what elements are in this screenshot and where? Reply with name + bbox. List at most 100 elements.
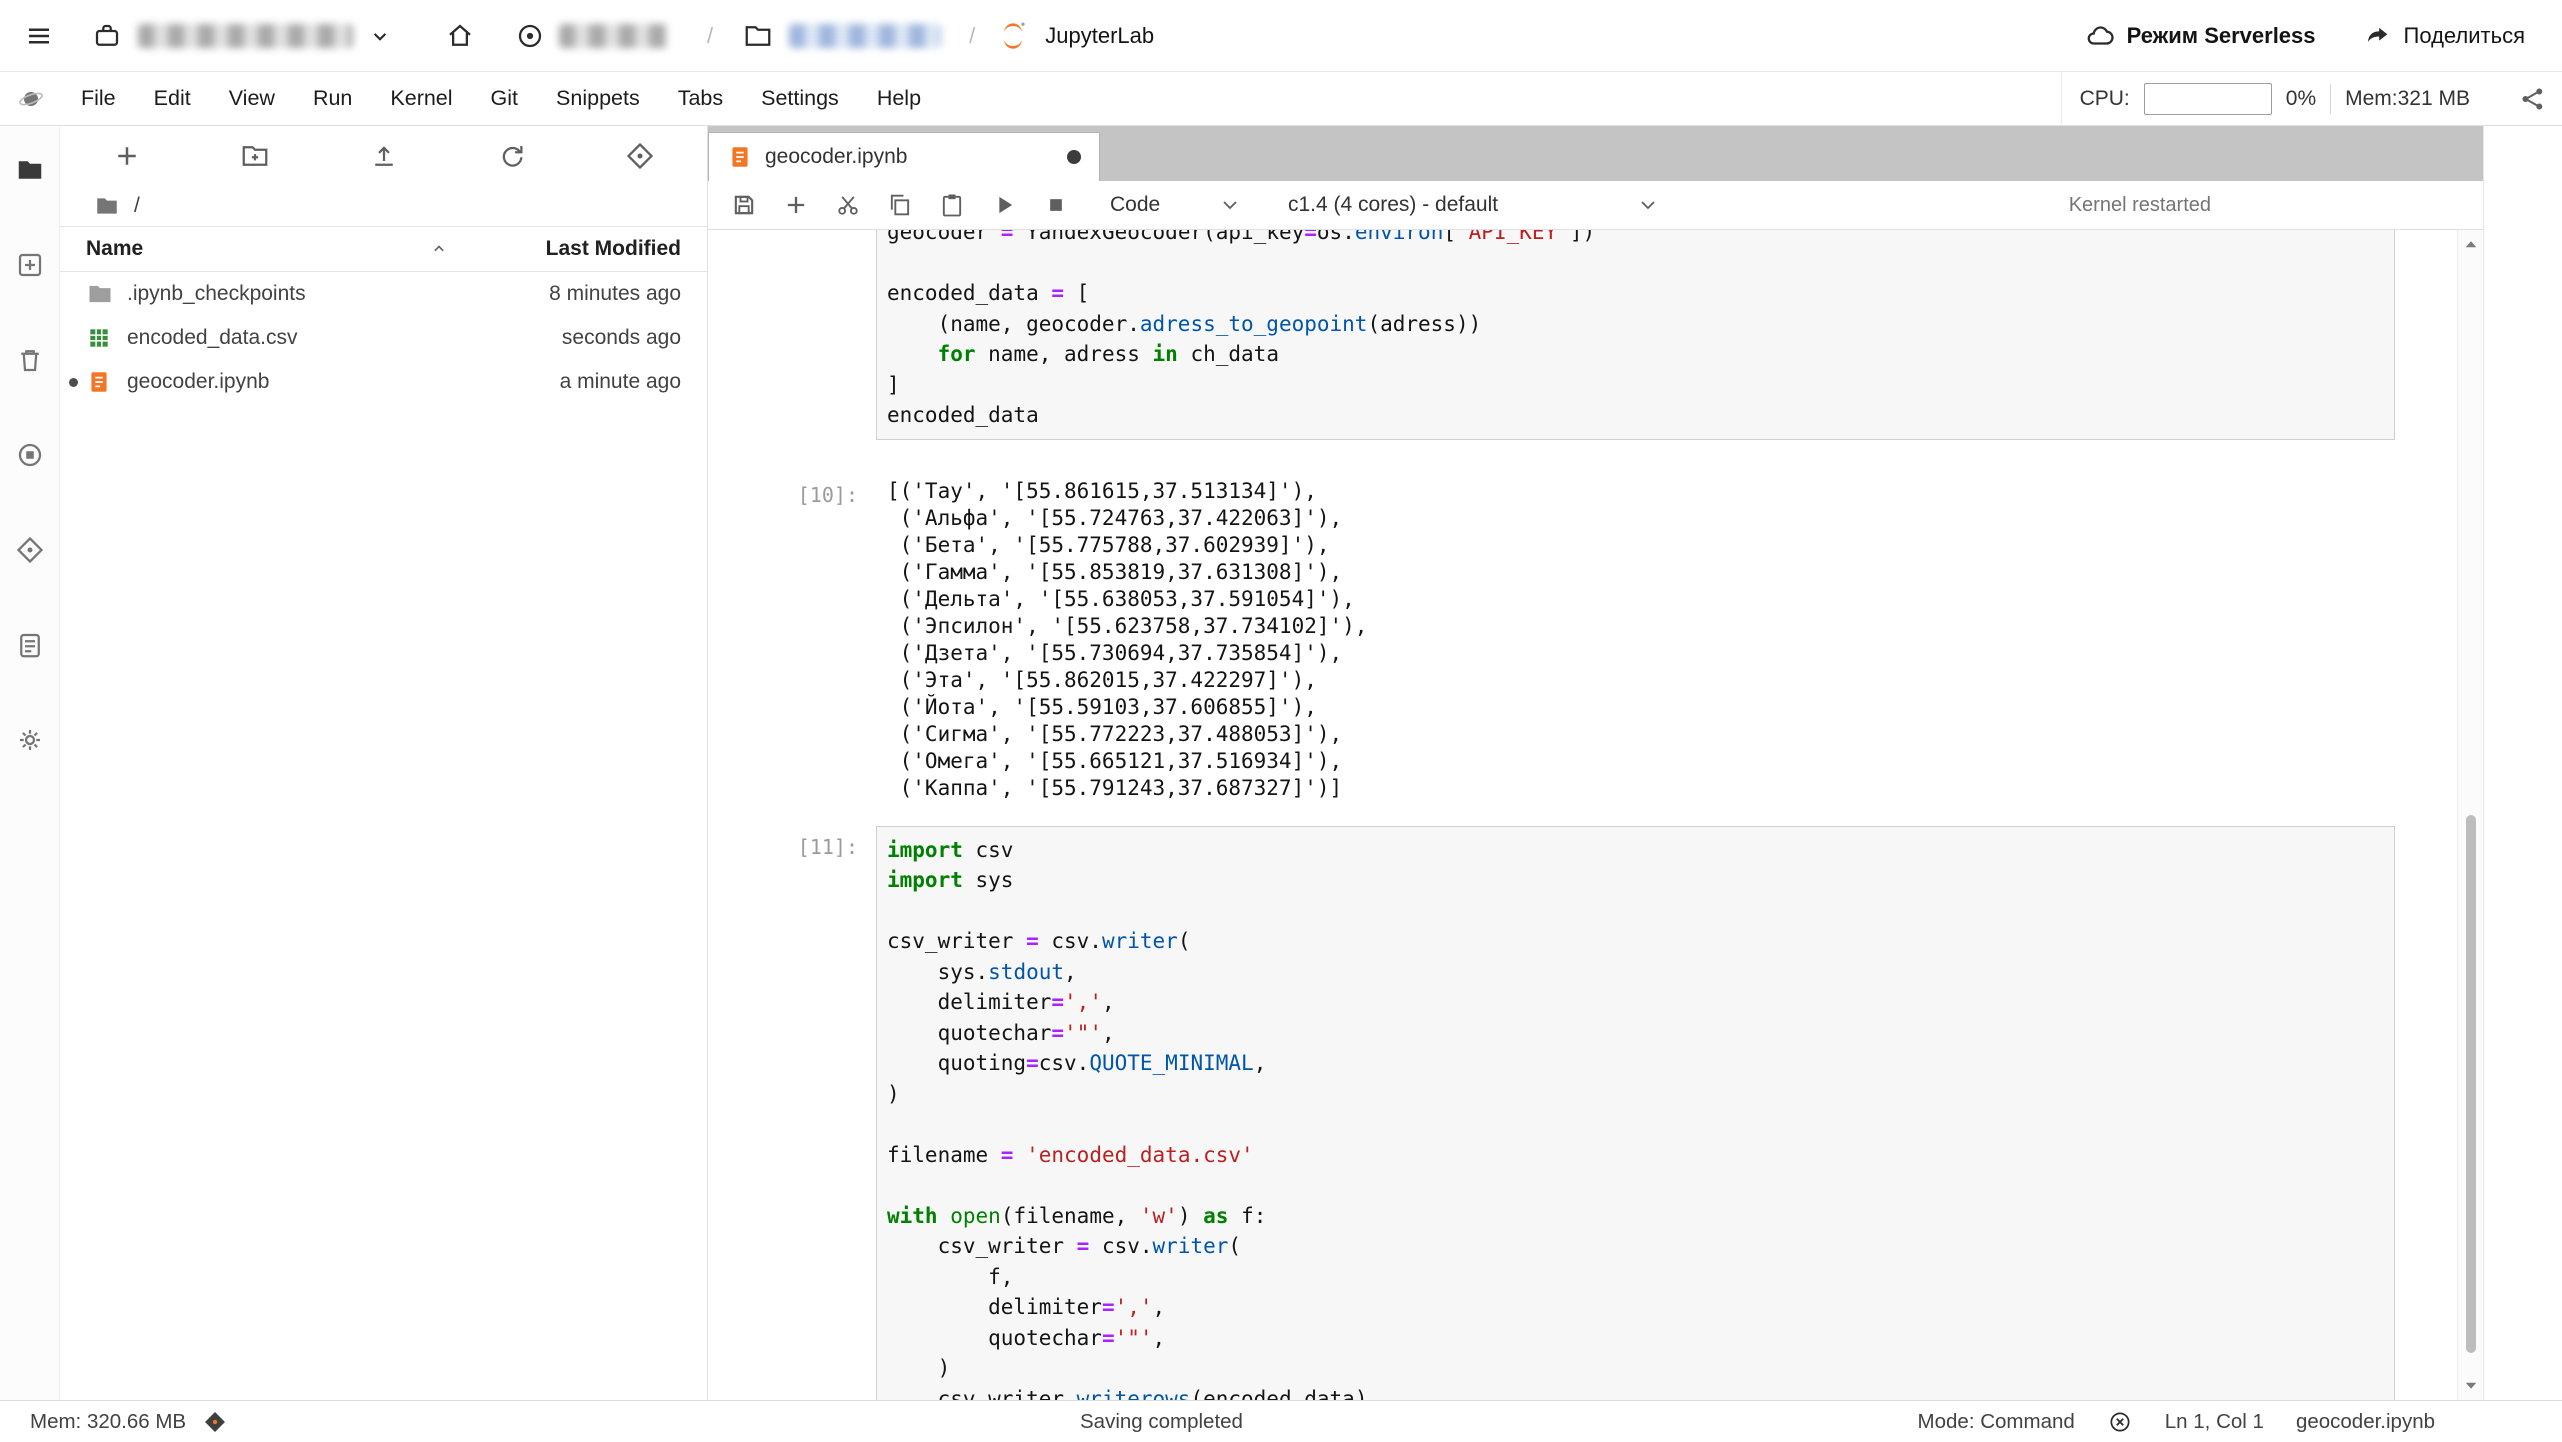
menu-snippets[interactable]: Snippets <box>537 72 659 125</box>
notebook-cells: geocoder = YandexGeocoder(api_key=os.env… <box>708 230 2457 1400</box>
folder-icon <box>94 193 120 219</box>
save-button[interactable] <box>722 185 766 225</box>
add-cell-button[interactable] <box>774 185 818 225</box>
breadcrumb[interactable]: / <box>60 186 707 226</box>
code-line: ) <box>887 1356 951 1380</box>
file-browser-panel: / Name Last Modified .ipynb_checkpoints 8… <box>60 126 708 1400</box>
home-icon[interactable] <box>445 21 475 51</box>
code-line: [('Тау', '[55.861615,37.513134]'), <box>887 478 1317 503</box>
scrollbar-thumb[interactable] <box>2466 815 2476 1354</box>
dock-panel: geocoder.ipynb Code c1.4 (4 cores) - def… <box>708 126 2483 1400</box>
menu-file[interactable]: File <box>62 72 135 125</box>
new-launcher-button[interactable] <box>112 141 142 171</box>
file-row[interactable]: encoded_data.csv seconds ago <box>60 316 707 360</box>
task-name-redacted[interactable] <box>789 23 942 48</box>
run-cell-button[interactable] <box>982 185 1026 225</box>
copy-cells-button[interactable] <box>878 185 922 225</box>
breadcrumb-separator: / <box>707 22 714 48</box>
chevron-down-icon[interactable] <box>367 23 393 49</box>
tab-geocoder-ipynb[interactable]: geocoder.ipynb <box>708 132 1100 181</box>
activity-bar <box>0 126 60 1400</box>
file-row[interactable]: .ipynb_checkpoints 8 minutes ago <box>60 272 707 316</box>
status-message: Saving completed <box>1080 1409 1243 1433</box>
git-clone-button[interactable] <box>625 141 655 171</box>
new-folder-button[interactable] <box>240 141 270 171</box>
cell-prompt <box>708 230 876 440</box>
share-button[interactable]: Поделиться <box>2404 23 2525 49</box>
cpu-limit-input[interactable] <box>2143 82 2272 115</box>
stop-kernel-button[interactable] <box>1034 185 1078 225</box>
active-file-name: geocoder.ipynb <box>2295 1409 2435 1433</box>
git-status-icon[interactable] <box>202 1409 228 1435</box>
cursor-position[interactable]: Ln 1, Col 1 <box>2165 1410 2264 1434</box>
menu-kernel[interactable]: Kernel <box>371 72 471 125</box>
column-modified[interactable]: Last Modified <box>451 237 681 261</box>
menu-run[interactable]: Run <box>294 72 371 125</box>
code-line: ('Йота', '[55.59103,37.606855]'), <box>887 694 1317 719</box>
notebook-scrollbar[interactable] <box>2457 230 2483 1400</box>
paste-cells-button[interactable] <box>930 185 974 225</box>
kernel-status-icon[interactable] <box>2107 1409 2133 1435</box>
folder-icon <box>743 21 773 51</box>
code-line: filename = 'encoded_data.csv' <box>887 1142 1254 1167</box>
column-name[interactable]: Name <box>86 237 143 261</box>
project-icon <box>515 21 545 51</box>
git-icon[interactable] <box>14 534 46 566</box>
code-cell: geocoder = YandexGeocoder(api_key=os.env… <box>708 230 2457 440</box>
cell-prompt: [11]: <box>797 834 858 859</box>
code-line: quotechar='"', <box>887 1020 1115 1045</box>
code-line: (name, geocoder.adress_to_geopoint(adres… <box>887 311 1482 336</box>
refresh-button[interactable] <box>497 141 527 171</box>
project-name-redacted[interactable] <box>559 23 667 48</box>
running-sessions-icon[interactable] <box>14 439 46 471</box>
sort-ascending-icon[interactable] <box>429 239 449 259</box>
code-line: for name, adress in ch_data <box>937 342 1279 366</box>
hamburger-menu-icon[interactable] <box>24 21 54 51</box>
code-editor[interactable]: geocoder = YandexGeocoder(api_key=os.env… <box>876 230 2395 440</box>
cell-type-dropdown[interactable]: Code <box>1110 193 1242 217</box>
memory-usage: Mem:321 MB <box>2345 86 2470 110</box>
workspace-name-redacted[interactable] <box>138 23 353 48</box>
menu-git[interactable]: Git <box>472 72 537 125</box>
menu-view[interactable]: View <box>210 72 294 125</box>
tab-title: geocoder.ipynb <box>765 145 908 168</box>
cpu-percent: 0% <box>2285 86 2317 110</box>
file-row[interactable]: geocoder.ipynb a minute ago <box>60 360 707 404</box>
kernel-dropdown[interactable]: c1.4 (4 cores) - default <box>1288 193 1660 217</box>
kernel-status-text: Kernel restarted <box>2068 193 2211 216</box>
settings-gear-icon[interactable] <box>14 724 46 756</box>
menu-help[interactable]: Help <box>858 72 940 125</box>
cpu-label: CPU: <box>2079 86 2130 110</box>
new-launcher-icon[interactable] <box>14 249 46 281</box>
serverless-mode-label[interactable]: Режим Serverless <box>2127 23 2316 49</box>
code-line: csv_writer = csv.writer( <box>887 1234 1242 1258</box>
menu-bar: File Edit View Run Kernel Git Snippets Tabs Sett… <box>0 72 2562 126</box>
code-line: ('Дельта', '[55.638053,37.591054]'), <box>887 586 1355 611</box>
code-line: ('Эпсилон', '[55.623758,37.734102]'), <box>887 613 1368 638</box>
resource-monitor: CPU: 0% Mem:321 MB <box>2060 72 2488 125</box>
trash-icon[interactable] <box>14 344 46 376</box>
scroll-down-arrow[interactable] <box>2462 1376 2480 1394</box>
code-line: f, <box>887 1264 1014 1289</box>
share-network-icon[interactable] <box>2518 84 2548 114</box>
code-line: csv_writer = csv.writer( <box>887 929 1191 953</box>
unsaved-changes-dot[interactable] <box>1067 150 1081 164</box>
code-line: ) <box>887 1081 900 1106</box>
code-cell: [11]: import csv import sys csv_writer = c… <box>708 825 2457 1400</box>
code-editor[interactable]: import csv import sys csv_writer = csv.wr… <box>876 825 2395 1400</box>
upload-button[interactable] <box>369 141 399 171</box>
main-area: / Name Last Modified .ipynb_checkpoints 8… <box>0 126 2562 1400</box>
menu-edit[interactable]: Edit <box>135 72 210 125</box>
jupyter-logo-icon <box>997 20 1029 52</box>
scroll-up-arrow[interactable] <box>2462 236 2480 254</box>
menu-tabs[interactable]: Tabs <box>659 72 742 125</box>
status-bar: Mem: 320.66 MB Saving completed Mode: Co… <box>0 1400 2562 1442</box>
file-browser-icon[interactable] <box>14 154 46 186</box>
task-list-icon[interactable] <box>14 629 46 661</box>
code-line: delimiter=',', <box>887 990 1115 1014</box>
menu-settings[interactable]: Settings <box>742 72 858 125</box>
command-mode-indicator[interactable]: Mode: Command <box>1918 1410 2075 1434</box>
cell-prompt: [10]: <box>797 482 858 507</box>
cut-cells-button[interactable] <box>826 185 870 225</box>
